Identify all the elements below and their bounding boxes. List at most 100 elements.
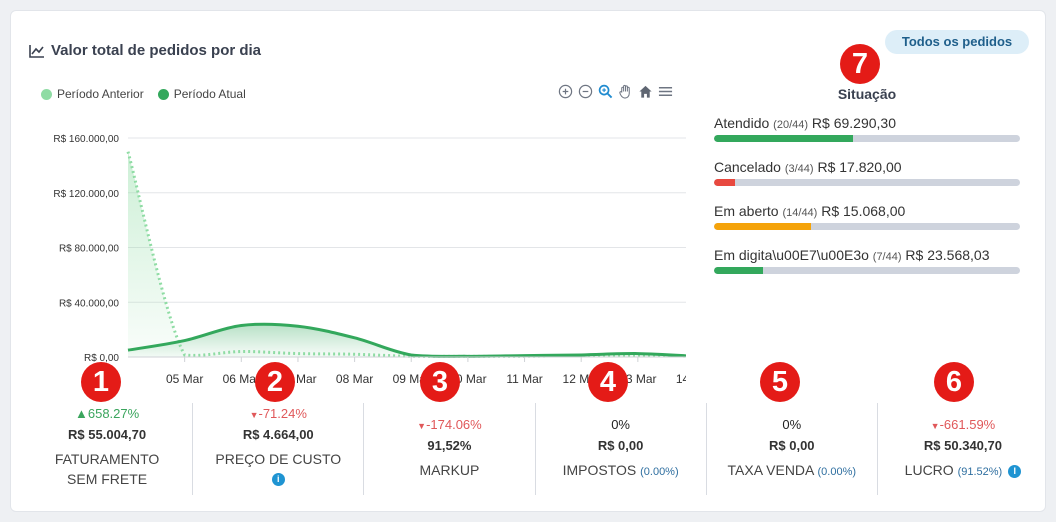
kpi-label: MARKUP <box>364 460 534 480</box>
situacao-item[interactable]: Cancelado (3/44) R$ 17.820,00 <box>714 159 1020 203</box>
y-tick-label: R$ 40.000,00 <box>59 298 119 309</box>
kpi-label-text: PREÇO DE CUSTO <box>215 451 342 467</box>
situacao-item[interactable]: Em digita\u00E7\u00E3o (7/44) R$ 23.568,… <box>714 247 1020 291</box>
situacao-item-label: Cancelado (3/44) R$ 17.820,00 <box>714 159 1020 175</box>
y-tick-label: R$ 80.000,00 <box>59 244 119 255</box>
situacao-count: (14/44) <box>782 207 818 219</box>
kpi-label-text: IMPOSTOS <box>562 462 637 478</box>
situacao-item-label: Em digita\u00E7\u00E3o (7/44) R$ 23.568,… <box>714 247 1020 263</box>
badge-3: 3 <box>420 362 460 402</box>
x-tick-label: 08 Mar <box>336 372 373 386</box>
kpi-variation: ▼-71.24% <box>193 404 363 424</box>
kpi-variation-value: -71.24% <box>258 406 307 421</box>
kpi-variation: ▲658.27% <box>22 404 192 424</box>
situacao-item[interactable]: Em aberto (14/44) R$ 15.068,00 <box>714 203 1020 247</box>
kpi-card: 0% R$ 0,00 TAXA VENDA (0.00%) <box>707 403 878 495</box>
kpi-card: ▼-661.59% R$ 50.340,70 LUCRO (91.52%) i <box>878 403 1048 495</box>
dashboard-card: Valor total de pedidos por dia Todos os … <box>10 10 1046 512</box>
kpi-variation: ▼-661.59% <box>878 415 1048 435</box>
kpi-variation: 0% <box>536 415 706 435</box>
situacao-item[interactable]: Atendido (20/44) R$ 69.290,30 <box>714 115 1020 159</box>
kpi-label: IMPOSTOS (0.00%) <box>536 460 706 482</box>
kpi-card: ▲658.27% R$ 55.004,70 FATURAMENTO SEM FRET… <box>22 403 194 495</box>
home-icon[interactable] <box>637 83 653 99</box>
chart-title-text: Valor total de pedidos por dia <box>51 42 262 59</box>
situacao-value: R$ 69.290,30 <box>811 115 896 131</box>
situacao-count: (7/44) <box>872 251 902 263</box>
kpi-card: 0% R$ 0,00 IMPOSTOS (0.00%) <box>536 403 707 495</box>
kpi-label-text: LUCRO <box>904 462 954 478</box>
kpi-value: R$ 0,00 <box>769 438 815 453</box>
chart-toolbar <box>557 83 673 99</box>
pan-hand-icon[interactable] <box>617 83 633 99</box>
kpi-variation-value: 658.27% <box>87 406 140 421</box>
badge-6: 6 <box>934 362 974 402</box>
badge-7: 7 <box>840 44 880 84</box>
situacao-list: Atendido (20/44) R$ 69.290,30 Cancelado (… <box>714 115 1020 291</box>
legend-current-dot <box>157 88 169 100</box>
kpi-value: R$ 4.664,00 <box>242 427 314 442</box>
kpi-card: ▼-174.06% 91,52% MARKUP <box>364 403 536 495</box>
zoom-in-icon[interactable] <box>557 83 573 99</box>
kpi-row: ▲658.27% R$ 55.004,70 FATURAMENTO SEM FRET… <box>22 403 1048 495</box>
kpi-variation-value: -661.59% <box>939 417 996 432</box>
arrow-down-icon: ▼ <box>417 421 427 431</box>
kpi-percent: (0.00%) <box>817 466 857 478</box>
kpi-label-text: FATURAMENTO SEM FRETE <box>54 451 160 487</box>
kpi-label: PREÇO DE CUSTO <box>193 449 363 469</box>
situacao-progress-fill <box>714 223 812 230</box>
previous-period-line <box>126 151 686 358</box>
situacao-status: Atendido <box>714 115 770 131</box>
kpi-label-text: TAXA VENDA <box>727 462 814 478</box>
info-icon[interactable]: i <box>1008 464 1022 478</box>
situacao-progress-bar <box>714 179 1020 186</box>
kpi-variation-value: 0% <box>782 417 802 432</box>
badge-2: 2 <box>255 362 295 402</box>
situacao-progress-bar <box>714 135 1020 142</box>
kpi-variation-value: -174.06% <box>426 417 482 432</box>
zoom-icon[interactable] <box>597 83 613 99</box>
zoom-out-icon[interactable] <box>577 83 593 99</box>
kpi-value: 91,52% <box>427 438 472 453</box>
arrow-down-icon: ▼ <box>249 410 259 420</box>
situacao-item-label: Atendido (20/44) R$ 69.290,30 <box>714 115 1020 131</box>
menu-icon[interactable] <box>657 83 673 99</box>
kpi-value: R$ 55.004,70 <box>68 427 147 442</box>
badge-5: 5 <box>760 362 800 402</box>
info-icon[interactable]: i <box>271 473 285 487</box>
badge-4: 4 <box>588 362 628 402</box>
situacao-progress-fill <box>714 179 735 186</box>
kpi-value: R$ 0,00 <box>597 438 644 453</box>
kpi-variation: ▼-174.06% <box>364 415 534 435</box>
situacao-progress-bar <box>714 267 1020 274</box>
situacao-value: R$ 23.568,03 <box>905 247 990 263</box>
current-period-area <box>128 324 686 357</box>
y-tick-label: R$ 160.000,00 <box>53 134 119 145</box>
kpi-label-text: MARKUP <box>419 462 480 478</box>
legend-previous[interactable]: Período Anterior <box>41 87 144 101</box>
situacao-progress-bar <box>714 223 1020 230</box>
legend-previous-dot <box>41 88 52 100</box>
situacao-count: (20/44) <box>773 119 809 131</box>
legend-current-label: Período Atual <box>173 87 246 101</box>
chart-title: Valor total de pedidos por dia <box>29 42 261 59</box>
kpi-percent: (91.52%) <box>957 466 1003 478</box>
situacao-count: (3/44) <box>784 163 814 175</box>
all-orders-button[interactable]: Todos os pedidos <box>885 30 1029 54</box>
y-tick-label: R$ 120.000,00 <box>53 189 119 200</box>
chart-legend: Período Anterior Período Atual <box>41 87 246 101</box>
situacao-progress-fill <box>714 267 763 274</box>
orders-area-chart: R$ 0,00R$ 40.000,00R$ 80.000,00R$ 120.00… <box>53 134 686 386</box>
situacao-item-label: Em aberto (14/44) R$ 15.068,00 <box>714 203 1020 219</box>
arrow-down-icon: ▼ <box>930 421 940 431</box>
kpi-label: TAXA VENDA (0.00%) <box>707 460 877 482</box>
kpi-value: R$ 50.340,70 <box>923 438 1002 453</box>
kpi-variation: 0% <box>707 415 877 435</box>
legend-previous-label: Período Anterior <box>57 87 144 101</box>
situacao-progress-fill <box>714 135 854 142</box>
arrow-up-icon: ▲ <box>74 406 88 421</box>
kpi-card: ▼-71.24% R$ 4.664,00 PREÇO DE CUSTO i <box>193 403 365 495</box>
legend-current[interactable]: Período Atual <box>157 87 246 101</box>
kpi-label: FATURAMENTO SEM FRETE <box>22 449 192 489</box>
kpi-percent: (0.00%) <box>640 466 679 478</box>
